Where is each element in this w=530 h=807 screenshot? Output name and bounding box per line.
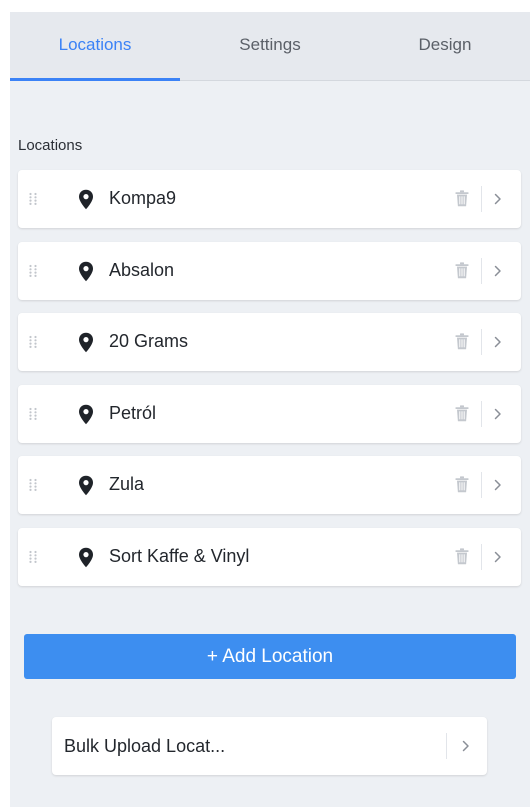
divider [481,258,482,284]
tab-settings-label: Settings [239,35,301,54]
location-row[interactable]: Petról [18,385,521,443]
active-tab-indicator [10,78,180,81]
bulk-upload-button[interactable]: Bulk Upload Locat... [52,717,487,775]
trash-icon[interactable] [455,548,469,570]
map-pin-icon [78,547,94,573]
drag-handle-icon[interactable] [28,407,38,421]
add-location-button[interactable]: + Add Location [24,634,516,679]
location-row[interactable]: Sort Kaffe & Vinyl [18,528,521,586]
location-name: Kompa9 [109,188,177,208]
location-row[interactable]: 20 Grams [18,313,521,371]
location-name: Absalon [109,260,175,280]
drag-handle-icon[interactable] [28,264,38,278]
divider [481,401,482,427]
tab-design[interactable]: Design [360,12,530,80]
map-pin-icon [78,261,94,287]
divider [446,733,447,759]
drag-handle-icon[interactable] [28,335,38,349]
tab-settings[interactable]: Settings [180,12,360,80]
location-row[interactable]: Kompa9 [18,170,521,228]
trash-icon[interactable] [455,190,469,212]
trash-icon[interactable] [455,333,469,355]
drag-handle-icon[interactable] [28,192,38,206]
location-row[interactable]: Zula [18,456,521,514]
trash-icon[interactable] [455,405,469,427]
tab-locations[interactable]: Locations [10,12,180,81]
tab-bar: Locations Settings Design [10,12,530,81]
location-name: Zula [109,474,145,494]
chevron-right-icon[interactable] [494,407,502,425]
chevron-right-icon[interactable] [494,550,502,568]
chevron-right-icon[interactable] [494,335,502,353]
map-pin-icon [78,189,94,215]
tab-design-label: Design [418,35,472,54]
map-pin-icon [78,404,94,430]
chevron-right-icon[interactable] [494,192,502,210]
divider [481,544,482,570]
drag-handle-icon[interactable] [28,478,38,492]
trash-icon[interactable] [455,476,469,498]
location-name: 20 Grams [109,331,189,351]
tab-locations-label: Locations [58,35,132,54]
divider [481,186,482,212]
map-pin-icon [78,332,94,358]
locations-panel: Locations Settings Design Locations Komp… [10,12,530,807]
location-row[interactable]: Absalon [18,242,521,300]
trash-icon[interactable] [455,262,469,284]
section-title: Locations [18,137,83,154]
chevron-right-icon[interactable] [494,478,502,496]
divider [481,329,482,355]
location-name: Sort Kaffe & Vinyl [109,546,250,566]
bulk-upload-label: Bulk Upload Locat... [64,736,226,756]
map-pin-icon [78,475,94,501]
drag-handle-icon[interactable] [28,550,38,564]
location-name: Petról [109,403,157,423]
divider [481,472,482,498]
chevron-right-icon[interactable] [494,264,502,282]
chevron-right-icon[interactable] [462,739,470,757]
